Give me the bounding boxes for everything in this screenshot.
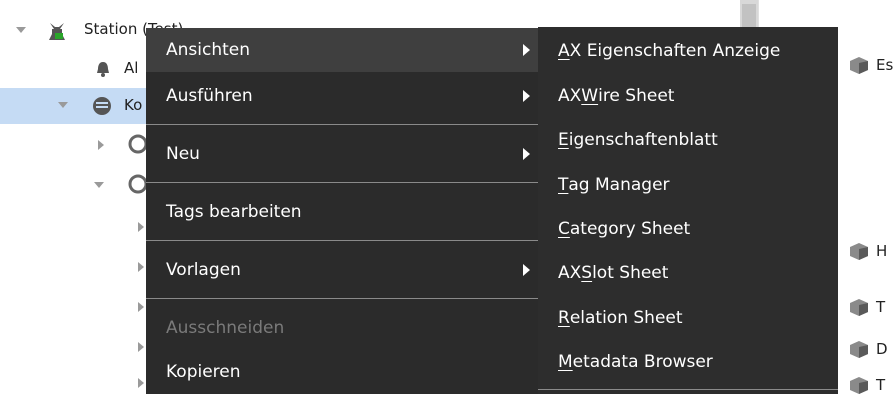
label-suffix: X Eigenschaften Anzeige [569, 41, 781, 61]
box-icon [848, 242, 870, 260]
property-item[interactable]: D [848, 340, 888, 358]
mnemonic-letter: E [558, 130, 569, 150]
box-icon [848, 298, 870, 316]
menu-item-label: Vorlagen [166, 260, 241, 280]
menu-separator [146, 298, 538, 299]
menu-item-ausfuehren[interactable]: Ausführen [146, 74, 538, 118]
station-icon [46, 20, 68, 46]
expand-right-icon[interactable] [138, 302, 144, 312]
submenu-item-relation-sheet[interactable]: Relation Sheet [538, 296, 838, 340]
mnemonic-letter: R [558, 308, 570, 328]
context-menu: Ansichten Ausführen Neu Tags bearbeiten … [146, 28, 538, 394]
mnemonic-letter: S [581, 263, 593, 283]
property-label: T [876, 298, 886, 316]
mnemonic-letter: W [581, 86, 599, 106]
menu-item-label: Ansichten [166, 40, 251, 60]
submenu-item-eigenschaftenblatt[interactable]: Eigenschaftenblatt [538, 118, 838, 162]
label-suffix: lot Sheet [592, 263, 669, 283]
property-item[interactable]: T [848, 376, 885, 394]
label-suffix: elation Sheet [569, 308, 683, 328]
submenu-arrow-icon [523, 148, 530, 160]
menu-item-neu[interactable]: Neu [146, 132, 538, 176]
tree-label: Ko [124, 96, 143, 114]
submenu-item-ax-wire-sheet[interactable]: AX Wire Sheet [538, 74, 838, 118]
expand-right-icon[interactable] [98, 140, 104, 150]
property-item[interactable]: T [848, 298, 885, 316]
label-prefix: AX [558, 86, 582, 106]
label-suffix: etadata Browser [572, 352, 713, 372]
expand-right-icon[interactable] [138, 342, 144, 352]
submenu-item-tag-manager[interactable]: Tag Manager [538, 163, 838, 207]
property-item[interactable]: H [848, 242, 887, 260]
submenu-ansichten: AX Eigenschaften Anzeige AX Wire Sheet E… [538, 27, 838, 394]
submenu-item-metadata-browser[interactable]: Metadata Browser [538, 340, 838, 384]
submenu-arrow-icon [523, 44, 530, 56]
menu-item-kopieren[interactable]: Kopieren [146, 350, 538, 394]
property-item[interactable]: Es [848, 56, 893, 74]
submenu-item-ax-slot-sheet[interactable]: AX Slot Sheet [538, 251, 838, 295]
menu-item-label: Tags bearbeiten [166, 202, 302, 222]
mnemonic-letter: C [558, 219, 570, 239]
mnemonic-letter: T [558, 175, 569, 195]
expand-down-icon[interactable] [16, 27, 26, 33]
menu-separator [146, 124, 538, 125]
box-icon [848, 340, 870, 358]
menu-item-vorlagen[interactable]: Vorlagen [146, 248, 538, 292]
node-icon [128, 174, 148, 198]
bell-icon [94, 60, 112, 82]
expand-right-icon[interactable] [138, 378, 144, 388]
property-label: Es [876, 56, 894, 74]
submenu-arrow-icon [523, 90, 530, 102]
menu-item-label: Ausschneiden [166, 318, 285, 338]
label-prefix: AX [558, 263, 582, 283]
expand-down-icon[interactable] [58, 102, 68, 108]
expand-right-icon[interactable] [138, 262, 144, 272]
property-label: T [876, 376, 886, 394]
property-label: H [876, 242, 888, 260]
expand-down-icon[interactable] [94, 182, 104, 188]
database-icon [92, 96, 112, 120]
label-suffix: ategory Sheet [569, 219, 691, 239]
mnemonic-letter: A [558, 41, 570, 61]
tree-label: Al [124, 59, 139, 77]
menu-item-ansichten[interactable]: Ansichten [146, 28, 538, 72]
submenu-arrow-icon [523, 264, 530, 276]
property-label: D [876, 340, 888, 358]
node-icon [128, 134, 148, 158]
expand-right-icon[interactable] [138, 222, 144, 232]
menu-separator [146, 182, 538, 183]
box-icon [848, 56, 870, 74]
menu-item-ausschneiden: Ausschneiden [146, 306, 538, 350]
label-suffix: ire Sheet [598, 86, 675, 106]
submenu-item-ax-eigenschaften-anzeige[interactable]: AX Eigenschaften Anzeige [538, 29, 838, 73]
menu-separator [538, 389, 838, 390]
label-suffix: ag Manager [568, 175, 670, 195]
menu-item-label: Kopieren [166, 362, 241, 382]
menu-item-tags-bearbeiten[interactable]: Tags bearbeiten [146, 190, 538, 234]
label-suffix: igenschaftenblatt [568, 130, 718, 150]
submenu-item-category-sheet[interactable]: Category Sheet [538, 207, 838, 251]
mnemonic-letter: M [558, 352, 573, 372]
menu-item-label: Ausführen [166, 86, 253, 106]
menu-separator [146, 240, 538, 241]
menu-item-label: Neu [166, 144, 200, 164]
box-icon [848, 376, 870, 394]
